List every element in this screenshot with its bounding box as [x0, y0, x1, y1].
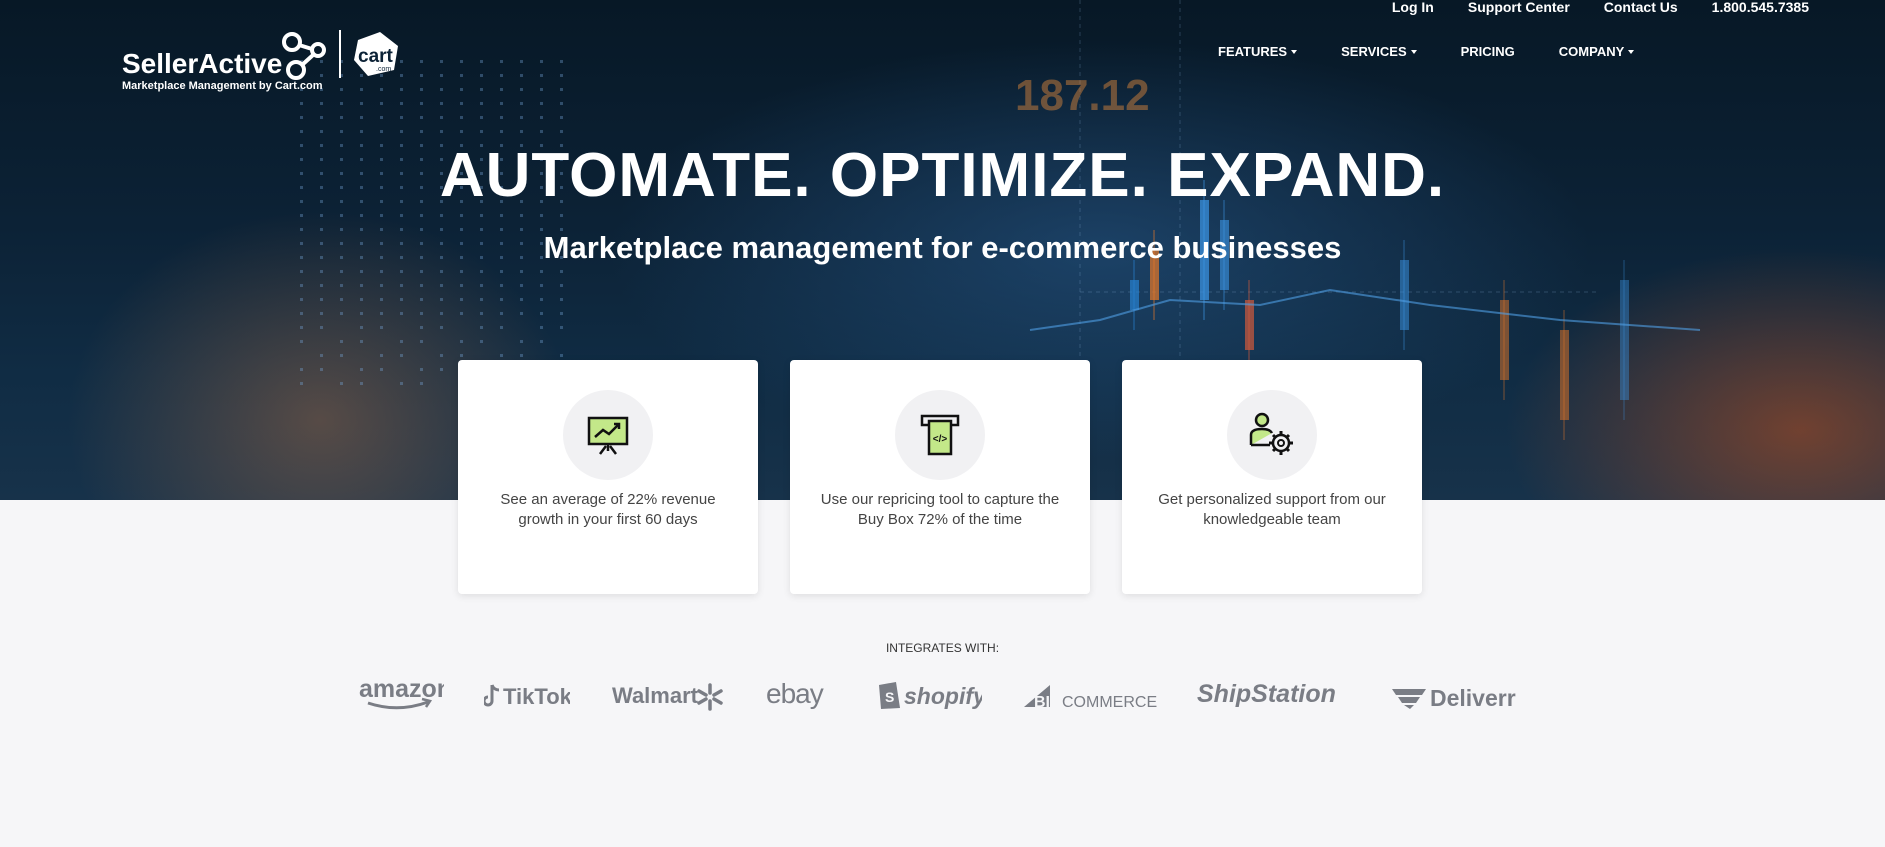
buy-box-price-tag-icon: </> [895, 390, 985, 480]
bigcommerce-logo-big: BIG [1034, 694, 1062, 711]
shopify-logo[interactable]: S shopify [876, 668, 982, 718]
logo-divider [339, 30, 341, 78]
cart-logo-suffix: .com [376, 66, 391, 73]
logo-brand-text: SellerActive [122, 48, 283, 79]
feature-card-support: Get personalized support from our knowle… [1122, 360, 1422, 594]
ebay-logo-text: ebay [766, 678, 824, 709]
feature-card-text: See an average of 22% revenue growth in … [500, 491, 716, 528]
cart-com-logo-icon: cart .com [354, 32, 398, 76]
phone-link[interactable]: 1.800.545.7385 [1712, 0, 1809, 14]
main-nav: FEATURES SERVICES PRICING COMPANY [1218, 44, 1678, 59]
walmart-logo-text: Walmart [612, 683, 699, 708]
top-utility-bar: Log In Support Center Contact Us 1.800.5… [1392, 0, 1809, 14]
svg-text:</>: </> [933, 434, 948, 445]
logo-tagline: Marketplace Management by Cart.com [122, 80, 323, 92]
support-center-link[interactable]: Support Center [1468, 0, 1570, 14]
svg-text:S: S [885, 689, 894, 705]
logo-node-icon [282, 32, 326, 80]
chart-presentation-icon [563, 390, 653, 480]
support-gear-person-icon [1227, 390, 1317, 480]
ebay-logo[interactable]: ebay [766, 668, 836, 718]
nav-features[interactable]: FEATURES [1218, 44, 1298, 59]
caret-down-icon [1410, 49, 1417, 54]
tiktok-logo-text: TikTok [503, 684, 570, 709]
shipstation-logo[interactable]: ShipStation [1197, 668, 1349, 718]
hero-bg-price-label: 187.12 [1015, 71, 1150, 120]
nav-services-label: SERVICES [1341, 44, 1407, 59]
deliverr-logo[interactable]: Deliverr [1390, 668, 1524, 718]
integration-logos: amazon TikTok Walmart ebay S shopify BIG… [0, 668, 1885, 718]
caret-down-icon [1291, 49, 1298, 54]
selleractive-logo[interactable]: SellerActive cart .com Marketplace Manag… [122, 28, 412, 98]
amazon-logo-text: amazon [359, 675, 444, 703]
nav-pricing-label: PRICING [1460, 44, 1515, 59]
nav-pricing[interactable]: PRICING [1461, 44, 1515, 59]
caret-down-icon [1628, 49, 1635, 54]
hero-title: AUTOMATE. OPTIMIZE. EXPAND. [439, 141, 1446, 210]
feature-card-text: Get personalized support from our knowle… [1158, 491, 1386, 528]
cart-logo-text: cart [358, 46, 394, 67]
login-link[interactable]: Log In [1392, 0, 1434, 14]
nav-company-label: COMPANY [1558, 44, 1625, 59]
amazon-logo[interactable]: amazon [358, 668, 444, 718]
tiktok-logo[interactable]: TikTok [484, 668, 570, 718]
contact-us-link[interactable]: Contact Us [1604, 0, 1678, 14]
bigcommerce-logo-text: COMMERCE [1062, 694, 1157, 711]
feature-card-text: Use our repricing tool to capture the Bu… [820, 491, 1060, 528]
feature-card-revenue: See an average of 22% revenue growth in … [458, 360, 758, 594]
hero-subtitle: Marketplace management for e-commerce bu… [543, 230, 1342, 265]
feature-card-buybox: </> Use our repricing tool to capture th… [790, 360, 1090, 594]
deliverr-logo-text: Deliverr [1430, 685, 1516, 711]
shipstation-logo-text: ShipStation [1197, 680, 1336, 708]
integrates-with-label: INTEGRATES WITH: [885, 641, 1000, 655]
shopify-logo-text: shopify [904, 683, 982, 709]
nav-services[interactable]: SERVICES [1341, 44, 1417, 59]
nav-company[interactable]: COMPANY [1558, 44, 1635, 59]
nav-features-label: FEATURES [1218, 44, 1288, 59]
walmart-logo[interactable]: Walmart [612, 668, 724, 718]
bigcommerce-logo[interactable]: BIG COMMERCE [1022, 668, 1158, 718]
